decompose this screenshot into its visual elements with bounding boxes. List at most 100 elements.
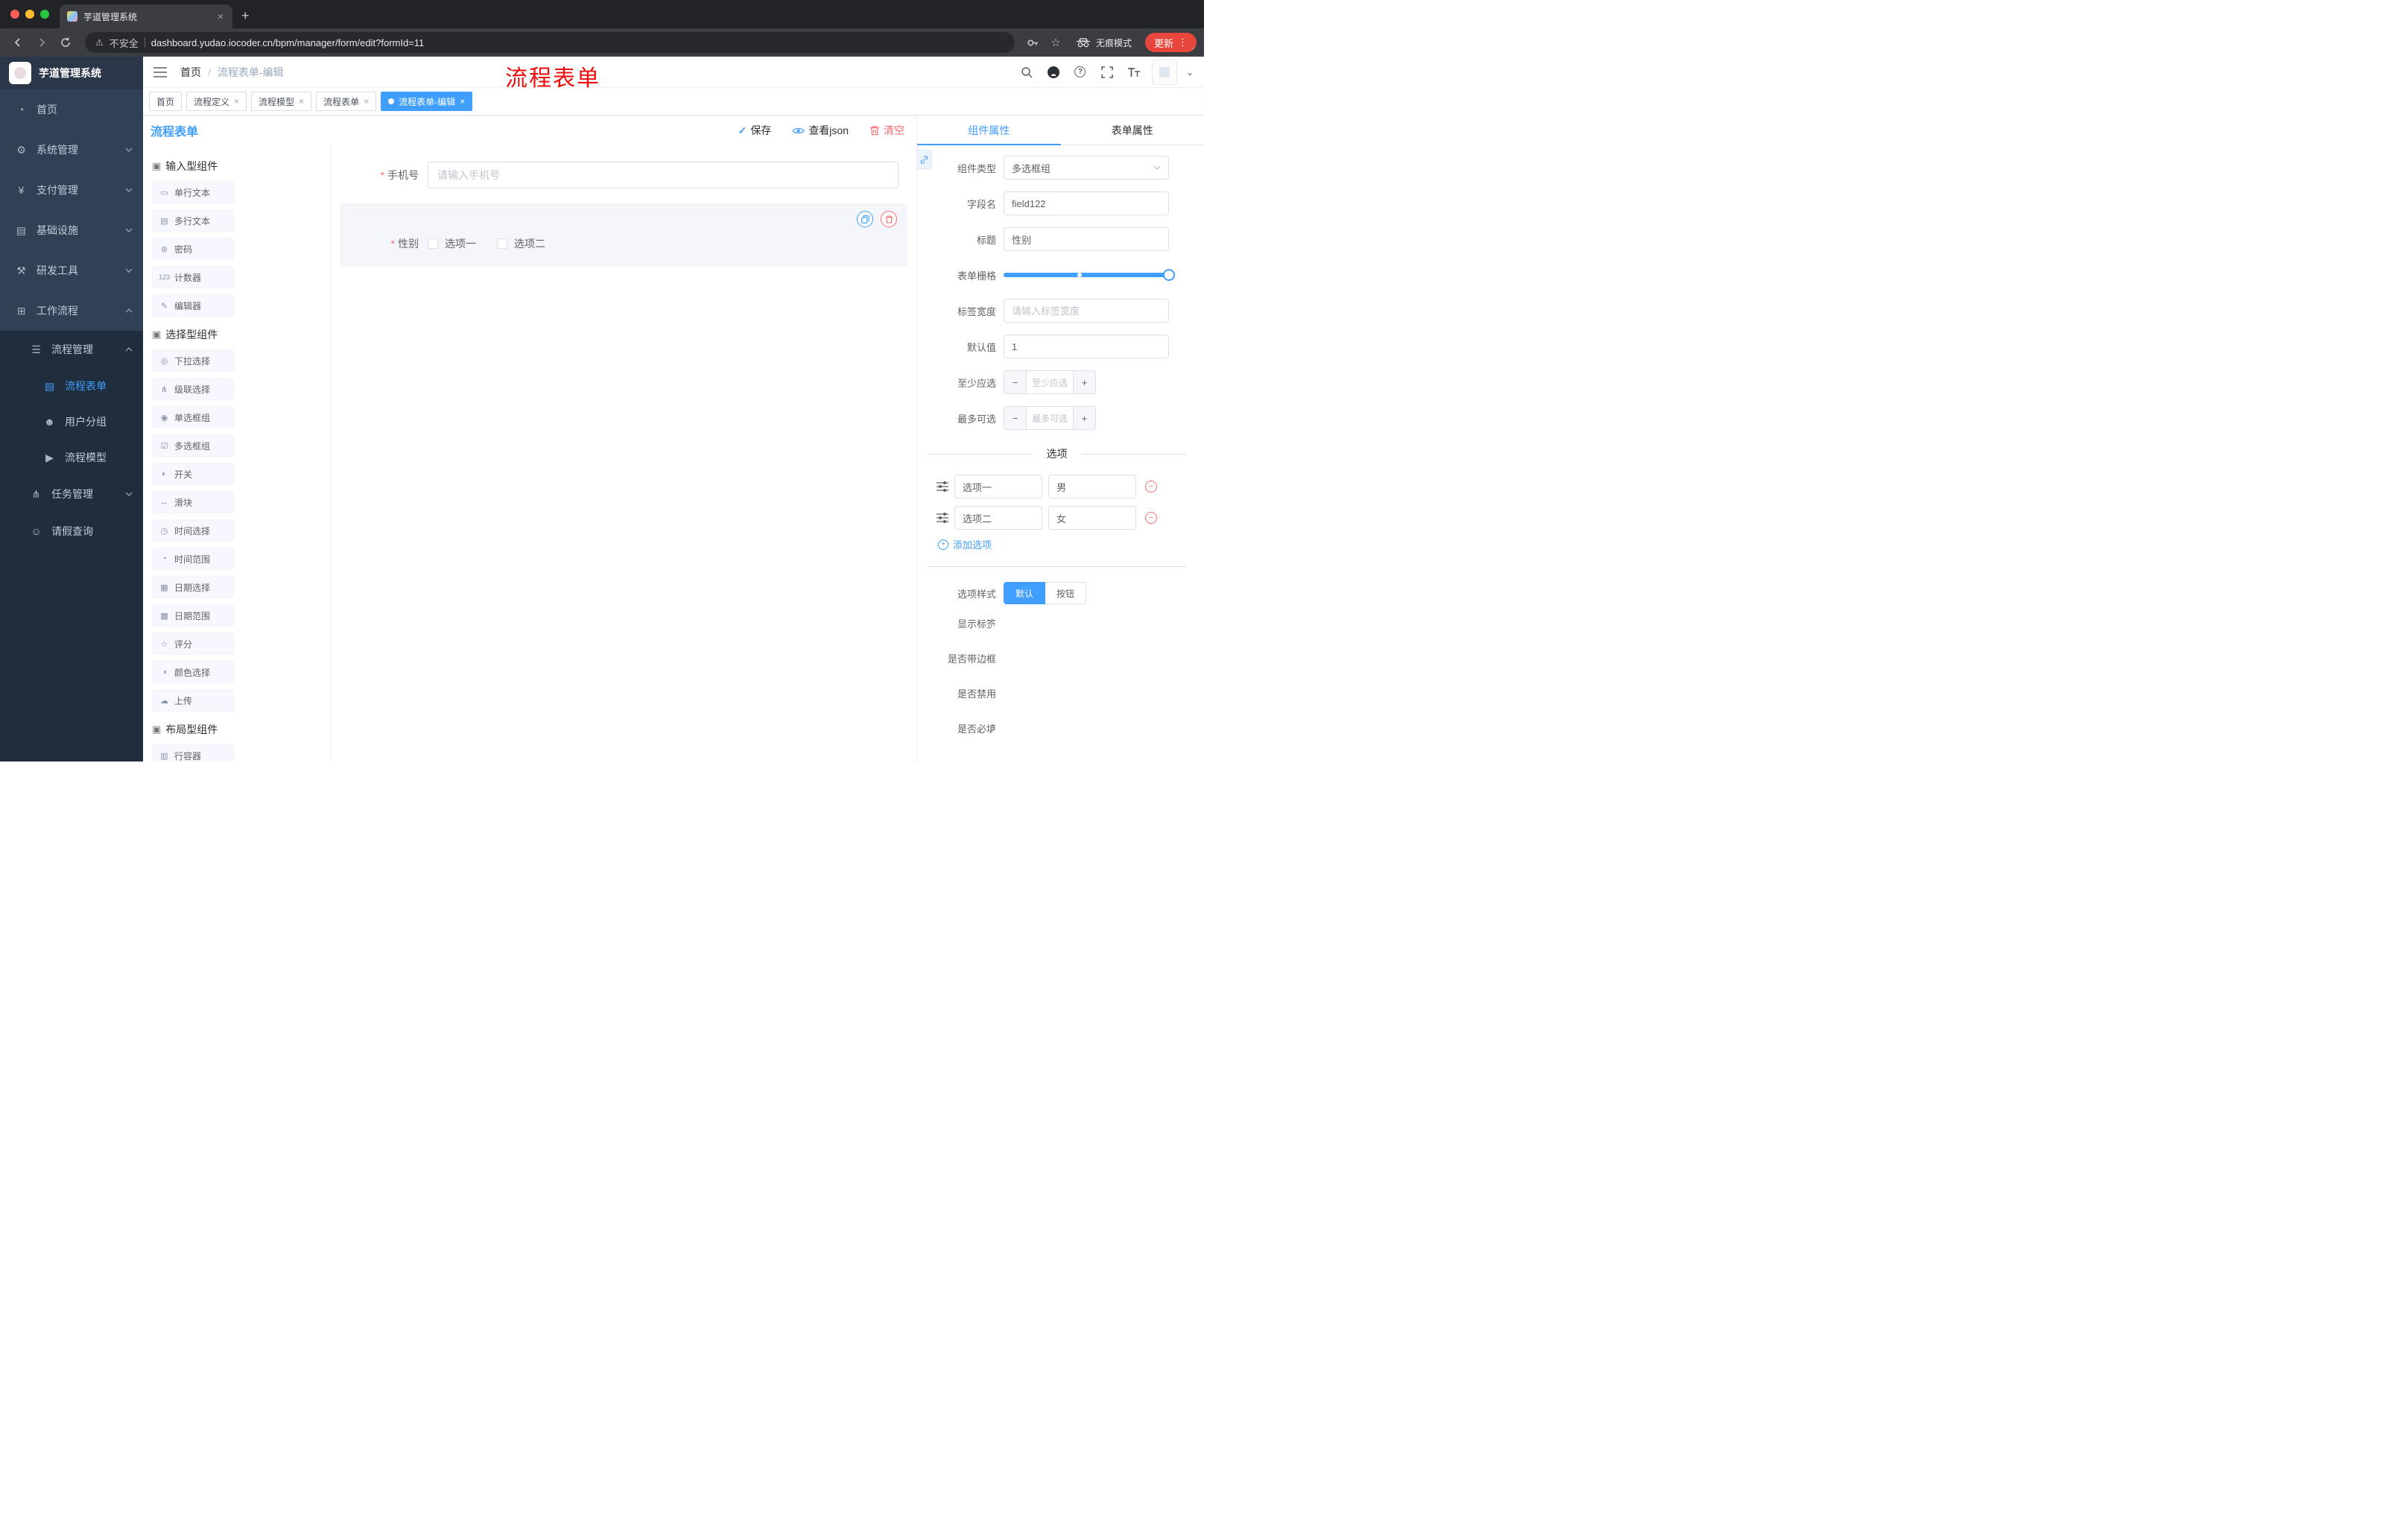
palette-item-date-picker[interactable]: ▦ 日期选择 [152,576,234,598]
tag-process-definition[interactable]: 流程定义 × [186,92,247,111]
fullscreen-icon[interactable] [1098,63,1116,81]
tag-process-model[interactable]: 流程模型 × [251,92,312,111]
add-option-button[interactable]: + 添加选项 [938,537,1186,551]
option1-label-input[interactable] [954,475,1042,498]
gender-option2-checkbox[interactable]: 选项二 [497,236,545,251]
canvas-field-phone[interactable]: 手机号 [340,159,907,191]
checkbox-box[interactable] [497,238,507,249]
back-button[interactable] [7,32,28,53]
palette-item-single-text[interactable]: ▭ 单行文本 [152,181,234,203]
slider-track[interactable] [1004,269,1175,281]
forward-button[interactable] [31,32,52,53]
drag-handle-icon[interactable] [937,481,948,492]
avatar-caret-icon[interactable]: ⌄ [1186,67,1194,77]
tag-process-form[interactable]: 流程表单 × [316,92,377,111]
sidebar-item-devtools[interactable]: ⚒ 研发工具 [0,250,143,291]
window-minimize-button[interactable] [25,10,34,19]
checkbox-box[interactable] [428,238,438,249]
option2-label-input[interactable] [954,506,1042,530]
sidebar-item-home[interactable]: ◔ 首页 [0,89,143,130]
save-button[interactable]: ✓ 保存 [738,123,772,138]
hamburger-icon[interactable] [153,64,173,80]
field-name-input[interactable] [1004,191,1169,215]
increase-button[interactable]: + [1073,371,1095,393]
palette-item-editor[interactable]: ✎ 编辑器 [152,294,234,317]
sidebar-item-leave-query[interactable]: ☺ 请假查询 [0,513,143,550]
sidebar-item-infra[interactable]: ▤ 基础设施 [0,210,143,250]
tag-close-icon[interactable]: × [364,96,369,107]
window-zoom-button[interactable] [40,10,49,19]
palette-item-date-range[interactable]: ▩ 日期范围 [152,604,234,627]
sidebar-item-user-group[interactable]: ☻ 用户分组 [0,404,143,440]
link-icon[interactable] [917,150,932,169]
palette-item-time-picker[interactable]: ◷ 时间选择 [152,519,234,542]
tab-form-props[interactable]: 表单属性 [1061,115,1205,145]
more-menu-icon[interactable]: ⋮ [1178,37,1188,48]
sidebar-item-process-form[interactable]: ▤ 流程表单 [0,368,143,404]
clear-button[interactable]: 清空 [869,123,904,138]
palette-item-checkbox-group[interactable]: ☑ 多选框组 [152,434,234,457]
tag-process-form-edit[interactable]: 流程表单-编辑 × [381,92,473,111]
palette-item-rate[interactable]: ☆ 评分 [152,633,234,655]
sidebar-item-task-mgmt[interactable]: ⋔ 任务管理 [0,475,143,513]
max-checked-value[interactable]: 最多可选 [1027,407,1073,429]
drag-handle-icon[interactable] [937,513,948,523]
copy-widget-button[interactable] [857,211,873,227]
reload-button[interactable] [55,32,76,53]
search-icon[interactable] [1018,63,1036,81]
incognito-indicator[interactable]: 无痕模式 [1068,37,1139,49]
view-json-button[interactable]: 查看json [792,123,849,138]
sidebar-item-process-mgmt[interactable]: ☰ 流程管理 [0,331,143,368]
palette-item-password[interactable]: ⊛ 密码 [152,238,234,260]
github-icon[interactable] [1045,63,1062,81]
style-button-button[interactable]: 按钮 [1045,582,1087,604]
avatar[interactable] [1151,59,1177,85]
palette-item-upload[interactable]: ☁ 上传 [152,689,234,712]
palette-item-radio-group[interactable]: ◉ 单选框组 [152,406,234,428]
palette-item-multi-text[interactable]: ▤ 多行文本 [152,209,234,232]
security-label[interactable]: 不安全 [110,36,139,50]
gender-option1-checkbox[interactable]: 选项一 [428,236,476,251]
tag-close-icon[interactable]: × [460,96,465,107]
sidebar-item-process-model[interactable]: ▶ 流程模型 [0,440,143,475]
window-close-button[interactable] [10,10,19,19]
decrease-button[interactable]: − [1004,371,1027,393]
update-button[interactable]: 更新 ⋮ [1144,33,1197,52]
palette-item-slider[interactable]: ↔ 滑块 [152,491,234,513]
component-type-select[interactable]: 多选框组 [1004,156,1169,180]
palette-item-row-container[interactable]: ▥ 行容器 [152,744,234,762]
decrease-button[interactable]: − [1004,407,1027,429]
default-value-input[interactable] [1004,335,1169,358]
palette-item-switch[interactable]: ◐ 开关 [152,463,234,485]
canvas-field-gender-selected[interactable]: 性别 选项一 选项二 [340,203,907,266]
password-key-icon[interactable] [1024,33,1043,52]
delete-widget-button[interactable] [881,211,897,227]
tag-close-icon[interactable]: × [299,96,304,107]
palette-item-time-range[interactable]: ◔ 时间范围 [152,548,234,570]
sidebar-item-system[interactable]: ⚙ 系统管理 [0,130,143,170]
palette-item-select[interactable]: ◎ 下拉选择 [152,349,234,372]
tag-home[interactable]: 首页 [149,92,183,111]
tag-close-icon[interactable]: × [234,96,239,107]
bookmark-star-icon[interactable]: ☆ [1046,33,1065,52]
phone-input[interactable] [428,162,899,189]
label-width-input[interactable] [1004,299,1169,323]
remove-option-icon[interactable]: − [1145,512,1157,524]
slider-handle[interactable] [1163,269,1175,281]
font-size-icon[interactable] [1125,63,1143,81]
palette-item-cascader[interactable]: ⋔ 级联选择 [152,378,234,400]
sidebar-item-payment[interactable]: ¥ 支付管理 [0,170,143,210]
grid-slider[interactable] [1004,263,1175,287]
tab-close-icon[interactable]: × [216,10,225,22]
breadcrumb-home[interactable]: 首页 [180,65,201,80]
chrome-caret-icon[interactable]: ⌄ [1190,43,1197,51]
increase-button[interactable]: + [1073,407,1095,429]
tab-component-props[interactable]: 组件属性 [917,115,1061,145]
browser-tab[interactable]: 芋道管理系统 × [60,4,232,28]
url-text[interactable]: dashboard.yudao.iocoder.cn/bpm/manager/f… [151,37,425,48]
sidebar-item-workflow[interactable]: ⊞ 工作流程 [0,291,143,331]
help-icon[interactable]: ? [1071,63,1089,81]
palette-item-counter[interactable]: 123 计数器 [152,266,234,288]
option1-value-input[interactable] [1048,475,1136,498]
remove-option-icon[interactable]: − [1145,481,1157,493]
